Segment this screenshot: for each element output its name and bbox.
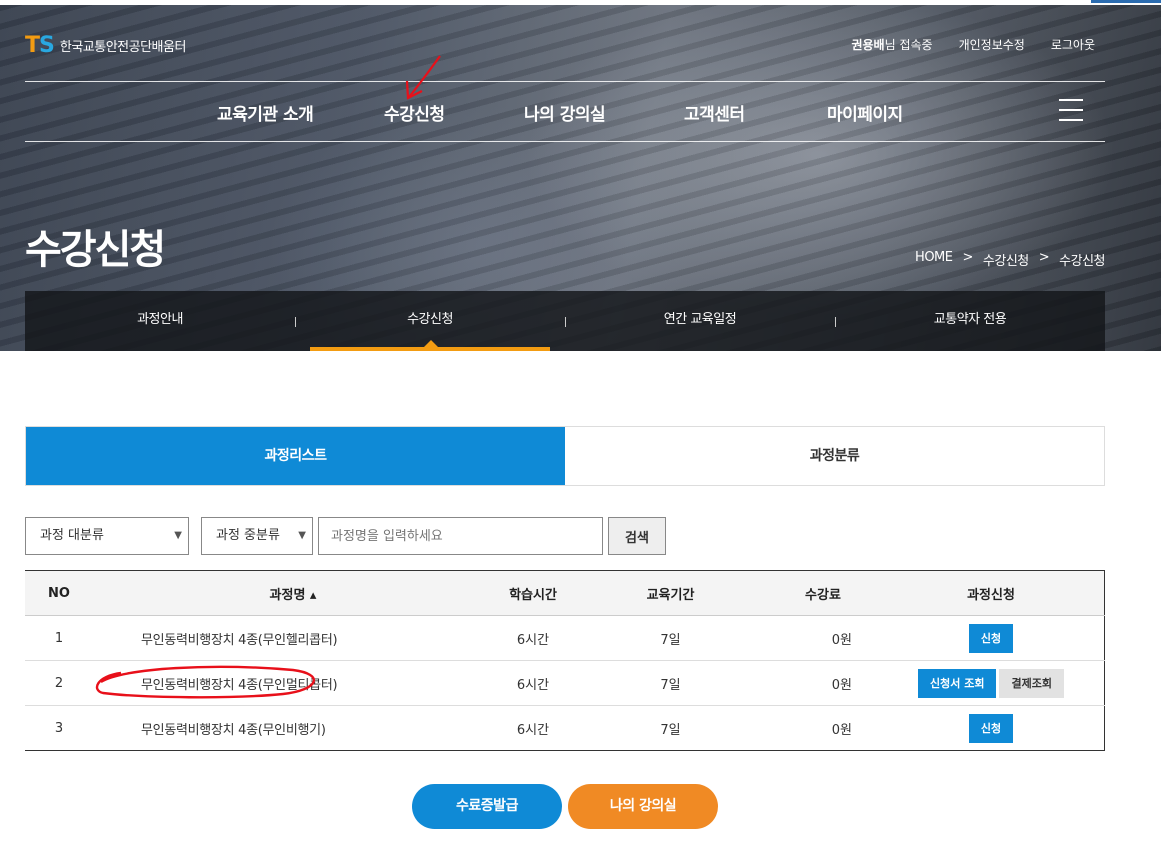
- row-hours: 6시간: [493, 705, 573, 751]
- col-course-name[interactable]: 과정명 ▴: [93, 570, 493, 616]
- apply-button[interactable]: 신청: [968, 713, 1014, 743]
- category-minor-value: 과정 중분류: [216, 528, 280, 543]
- login-status-suffix: 님 접속중: [884, 38, 933, 52]
- table-header-row: NO 과정명 ▴ 학습시간 교육기간 수강료 과정신청: [25, 570, 1105, 616]
- subnav-annual-schedule[interactable]: 연간 교육일정: [565, 291, 835, 351]
- category-major-select[interactable]: 과정 대분류 ▼: [25, 517, 189, 555]
- tab-course-category[interactable]: 과정분류: [565, 427, 1104, 485]
- category-major-value: 과정 대분류: [40, 528, 104, 543]
- subnav-accessibility[interactable]: 교통약자 전용: [835, 291, 1105, 351]
- nav-item-about[interactable]: 교육기관 소개: [217, 100, 314, 125]
- breadcrumb: HOME > 수강신청 > 수강신청: [915, 250, 1105, 269]
- main-nav: 교육기관 소개 수강신청 나의 강의실 고객센터 마이페이지: [25, 82, 1105, 141]
- row-fee: 0원: [768, 705, 878, 751]
- category-minor-select[interactable]: 과정 중분류 ▼: [201, 517, 313, 555]
- row-no: 2: [25, 660, 93, 706]
- breadcrumb-separator: >: [962, 250, 974, 265]
- page-title: 수강신청: [25, 227, 166, 273]
- apply-button[interactable]: 신청: [968, 623, 1014, 653]
- col-period: 교육기간: [573, 570, 768, 616]
- breadcrumb-home[interactable]: HOME: [915, 250, 953, 269]
- row-hours: 6시간: [493, 660, 573, 706]
- sub-nav: 과정안내 수강신청 연간 교육일정 교통약자 전용: [25, 291, 1105, 351]
- row-period: 7일: [573, 705, 768, 751]
- site-logo[interactable]: TS 한국교통안전공단배움터: [25, 33, 186, 58]
- col-no: NO: [25, 570, 93, 616]
- user-name: 권용배: [851, 38, 885, 52]
- nav-item-enroll[interactable]: 수강신청: [384, 100, 445, 125]
- table-row: 1 무인동력비행장치 4종(무인헬리콥터) 6시간 7일 0원 신청: [25, 615, 1105, 661]
- view-application-button[interactable]: 신청서 조회: [918, 668, 997, 698]
- subnav-active-indicator: [310, 347, 550, 351]
- row-actions: 신청: [878, 705, 1105, 751]
- certificate-button[interactable]: 수료증발급: [412, 784, 562, 829]
- row-actions: 신청: [878, 615, 1105, 661]
- breadcrumb-level1[interactable]: 수강신청: [983, 250, 1029, 269]
- row-course-name[interactable]: 무인동력비행장치 4종(무인비행기): [93, 705, 493, 751]
- breadcrumb-current: 수강신청: [1059, 254, 1105, 269]
- row-hours: 6시간: [493, 615, 573, 661]
- annotation-circle-icon: [95, 665, 315, 699]
- course-table: NO 과정명 ▴ 학습시간 교육기간 수강료 과정신청 1 무인동력비행장치 4…: [25, 570, 1105, 751]
- row-period: 7일: [573, 660, 768, 706]
- col-hours: 학습시간: [493, 570, 573, 616]
- row-no: 1: [25, 615, 93, 661]
- row-fee: 0원: [768, 660, 878, 706]
- breadcrumb-separator: >: [1038, 250, 1050, 265]
- nav-item-customer-center[interactable]: 고객센터: [684, 100, 745, 125]
- nav-item-my-classroom[interactable]: 나의 강의실: [524, 100, 606, 125]
- col-fee: 수강료: [768, 570, 878, 616]
- logo-mark: TS: [25, 33, 55, 58]
- search-button[interactable]: 검색: [608, 517, 666, 555]
- bottom-actions: 수료증발급 나의 강의실: [412, 784, 718, 829]
- col-apply: 과정신청: [878, 570, 1105, 616]
- course-tabs: 과정리스트 과정분류: [25, 426, 1105, 486]
- search-bar: 과정 대분류 ▼ 과정 중분류 ▼ 검색: [25, 517, 666, 555]
- annotation-arrow-icon: [405, 55, 441, 100]
- my-classroom-button[interactable]: 나의 강의실: [568, 784, 718, 829]
- tab-course-list[interactable]: 과정리스트: [26, 427, 565, 485]
- gnb-bottom-divider: [25, 141, 1105, 142]
- row-period: 7일: [573, 615, 768, 661]
- table-row: 3 무인동력비행장치 4종(무인비행기) 6시간 7일 0원 신청: [25, 705, 1105, 751]
- hamburger-menu-icon[interactable]: [1059, 99, 1083, 121]
- row-no: 3: [25, 705, 93, 751]
- row-actions: 신청서 조회 결제조회: [878, 660, 1105, 706]
- course-name-input[interactable]: [318, 517, 603, 555]
- logo-text: 한국교통안전공단배움터: [59, 40, 187, 55]
- corner-accent: [1091, 0, 1161, 3]
- privacy-edit-link[interactable]: 개인정보수정: [959, 36, 1025, 53]
- logout-link[interactable]: 로그아웃: [1051, 36, 1095, 53]
- payment-inquiry-button[interactable]: 결제조회: [999, 668, 1064, 698]
- utility-menu: 권용배님 접속중 개인정보수정 로그아웃: [851, 36, 1095, 53]
- subnav-course-info[interactable]: 과정안내: [25, 291, 295, 351]
- subnav-active-notch: [424, 340, 438, 347]
- login-status: 권용배님 접속중: [851, 36, 932, 53]
- row-course-name[interactable]: 무인동력비행장치 4종(무인헬리콥터): [93, 615, 493, 661]
- row-fee: 0원: [768, 615, 878, 661]
- nav-item-mypage[interactable]: 마이페이지: [827, 100, 903, 125]
- chevron-down-icon: ▼: [174, 530, 182, 541]
- chevron-down-icon: ▼: [298, 530, 306, 541]
